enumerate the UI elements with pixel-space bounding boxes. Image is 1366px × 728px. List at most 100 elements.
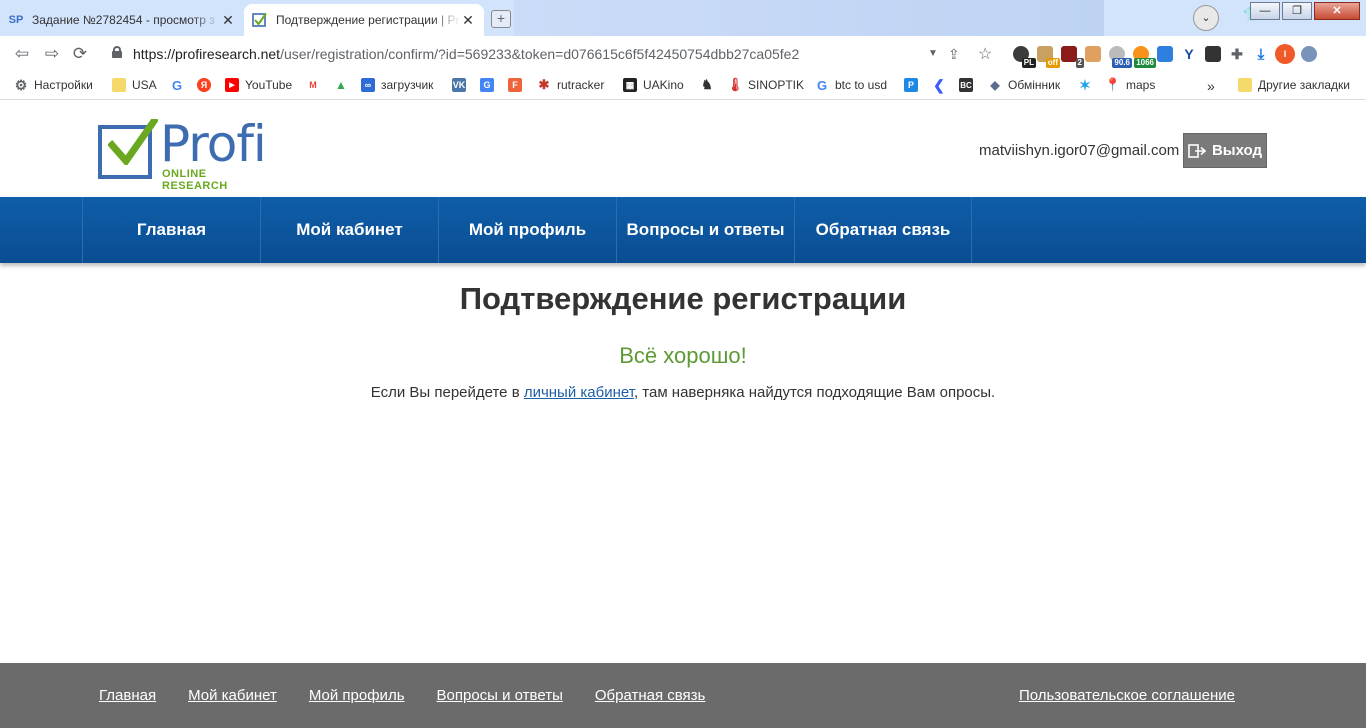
youtube-icon: ▶	[225, 78, 239, 92]
logout-icon	[1188, 143, 1206, 158]
bookmark-f[interactable]: F	[508, 78, 528, 92]
downloads-icon[interactable]: ⤓	[1250, 43, 1272, 65]
nav-cabinet[interactable]: Мой кабинет	[260, 197, 438, 263]
folder-icon	[1238, 78, 1252, 92]
reload-icon[interactable]: ⟳	[68, 42, 92, 66]
vpn-globe-icon[interactable]: PL	[1010, 43, 1036, 68]
bookmark-yandex[interactable]: Я	[197, 78, 217, 92]
bookmark-uakino[interactable]: ▦ UAKino	[623, 78, 684, 92]
menu-globe-icon[interactable]	[1298, 43, 1320, 65]
bookmark-chevron[interactable]: ❮	[932, 77, 952, 93]
stats-extension-icon[interactable]: 90.6	[1106, 43, 1132, 68]
nav-faq[interactable]: Вопросы и ответы	[616, 197, 794, 263]
terminal-extension-icon[interactable]	[1202, 43, 1224, 65]
bookmark-bc[interactable]: BC	[959, 78, 979, 92]
bookmark-settings[interactable]: ⚙ Настройки	[14, 76, 93, 93]
bookmark-drive[interactable]: ▲	[334, 78, 354, 92]
back-arrow-icon[interactable]: ⇦	[10, 42, 34, 66]
footer-link-home[interactable]: Главная	[99, 687, 156, 704]
y-extension-icon[interactable]: Y	[1178, 43, 1200, 65]
uakino-icon: ▦	[623, 78, 637, 92]
tab-title: Задание №2782454 - просмотр з	[32, 13, 215, 27]
maximize-button[interactable]: ❐	[1282, 2, 1312, 20]
more-bookmarks-button[interactable]: »	[1207, 78, 1215, 94]
bookmark-gmail[interactable]: M	[306, 78, 326, 92]
share-icon[interactable]: ⇪	[948, 46, 960, 63]
info-text-after: , там наверняка найдутся подходящие Вам …	[633, 384, 996, 401]
footer-link-faq[interactable]: Вопросы и ответы	[437, 687, 563, 704]
gear-icon: ⚙	[14, 76, 28, 93]
browser-profile-avatar[interactable]: ⌄	[1193, 5, 1219, 31]
personal-cabinet-link[interactable]: личный кабинет	[524, 384, 634, 401]
other-bookmarks-folder[interactable]: Другие закладки	[1238, 78, 1350, 92]
face-extension-icon[interactable]	[1082, 43, 1104, 65]
bookmark-google[interactable]: G	[170, 77, 190, 93]
nav-home[interactable]: Главная	[82, 197, 260, 263]
tab-close-icon[interactable]: ✕	[460, 12, 476, 29]
cat-extension-icon[interactable]: off	[1034, 43, 1060, 68]
bookmark-star-icon[interactable]: ☆	[978, 44, 992, 64]
bookmark-chess[interactable]: ♞	[700, 77, 720, 92]
chess-icon: ♞	[701, 77, 713, 92]
background-tabs-area	[514, 0, 1104, 36]
google-icon: G	[171, 77, 183, 93]
dropdown-arrow-icon[interactable]: ▼	[928, 48, 938, 59]
site-footer: Главная Мой кабинет Мой профиль Вопросы …	[0, 663, 1366, 728]
bookmark-youtube[interactable]: ▶ YouTube	[225, 78, 292, 92]
bookmark-sinoptik[interactable]: 🌡 SINOPTIK	[727, 77, 804, 92]
ublock-shield-icon[interactable]: 2	[1058, 43, 1084, 68]
drive-icon: ▲	[335, 78, 347, 92]
forward-arrow-icon[interactable]: ⇨	[40, 42, 64, 66]
new-tab-button[interactable]: +	[491, 10, 511, 28]
logo-subtitle: ONLINE RESEARCH	[162, 168, 228, 192]
bookmark-vk[interactable]: VK	[452, 78, 472, 92]
profile-avatar-icon[interactable]: I	[1274, 43, 1296, 65]
bookmark-usa[interactable]: USA	[112, 78, 157, 92]
gmail-icon: M	[309, 80, 317, 90]
download-manager-icon[interactable]	[1154, 43, 1176, 65]
minimize-button[interactable]: —	[1250, 2, 1280, 20]
translate-icon: G	[480, 78, 494, 92]
nav-profile[interactable]: Мой профиль	[438, 197, 616, 263]
footer-link-cabinet[interactable]: Мой кабинет	[188, 687, 277, 704]
logo-wordmark: Profi	[160, 115, 267, 173]
bitcoin-extension-icon[interactable]: 1066	[1130, 43, 1156, 68]
footer-link-feedback[interactable]: Обратная связь	[595, 687, 706, 704]
bookmark-loader[interactable]: ∞ загрузчик	[361, 78, 433, 92]
bookmark-p[interactable]: P	[904, 78, 924, 92]
footer-link-profile[interactable]: Мой профиль	[309, 687, 405, 704]
bc-icon: BC	[959, 78, 973, 92]
vk-icon: VK	[452, 78, 466, 92]
info-message: Если Вы перейдете в личный кабинет, там …	[0, 384, 1366, 401]
footer-link-user-agreement[interactable]: Пользовательское соглашение	[1019, 687, 1235, 704]
puzzle-extensions-icon[interactable]: ✚	[1226, 43, 1248, 65]
nav-feedback[interactable]: Обратная связь	[794, 197, 972, 263]
main-navigation: Главная Мой кабинет Мой профиль Вопросы …	[0, 197, 1366, 263]
info-text-before: Если Вы перейдете в	[370, 384, 524, 401]
bookmark-rutracker[interactable]: ✱ rutracker	[537, 77, 605, 92]
maps-icon: 📍	[1104, 77, 1122, 92]
f-icon: F	[508, 78, 522, 92]
yandex-icon: Я	[197, 78, 211, 92]
bookmark-kyivstar[interactable]: ✶	[1078, 77, 1098, 93]
url-text[interactable]: https://profiresearch.net/user/registrat…	[133, 46, 799, 62]
footer-links: Главная Мой кабинет Мой профиль Вопросы …	[99, 687, 737, 704]
tab-close-icon[interactable]: ✕	[220, 12, 236, 29]
tab-task[interactable]: SP Задание №2782454 - просмотр з ✕	[0, 4, 244, 36]
bookmark-maps[interactable]: 📍 maps	[1104, 77, 1155, 92]
logout-button[interactable]: Выход	[1183, 133, 1267, 168]
address-bar[interactable]: https://profiresearch.net/user/registrat…	[100, 40, 1005, 68]
user-email: matviishyn.igor07@gmail.com	[979, 142, 1180, 159]
profi-logo[interactable]: Profi ONLINE RESEARCH	[98, 115, 273, 192]
bookmarks-bar: ⚙ Настройки USA G Я ▶ YouTube M ▲ ∞ загрузч…	[0, 72, 1366, 100]
window-controls: — ❐ ✕	[1248, 0, 1366, 22]
bookmark-btc-to-usd[interactable]: Gbtc to usd	[815, 78, 887, 93]
bookmark-exchange[interactable]: ◆ Обмінник	[988, 78, 1060, 92]
site-header: Profi ONLINE RESEARCH matviishyn.igor07@…	[0, 104, 1366, 197]
lock-icon[interactable]	[112, 46, 122, 58]
tab-registration[interactable]: Подтверждение регистрации | Pr ✕	[244, 4, 484, 36]
window-close-button[interactable]: ✕	[1314, 2, 1360, 20]
browser-toolbar: ⇦ ⇨ ⟳ https://profiresearch.net/user/reg…	[0, 36, 1366, 72]
bookmark-translate[interactable]: G	[480, 78, 500, 92]
logout-label: Выход	[1211, 142, 1263, 159]
